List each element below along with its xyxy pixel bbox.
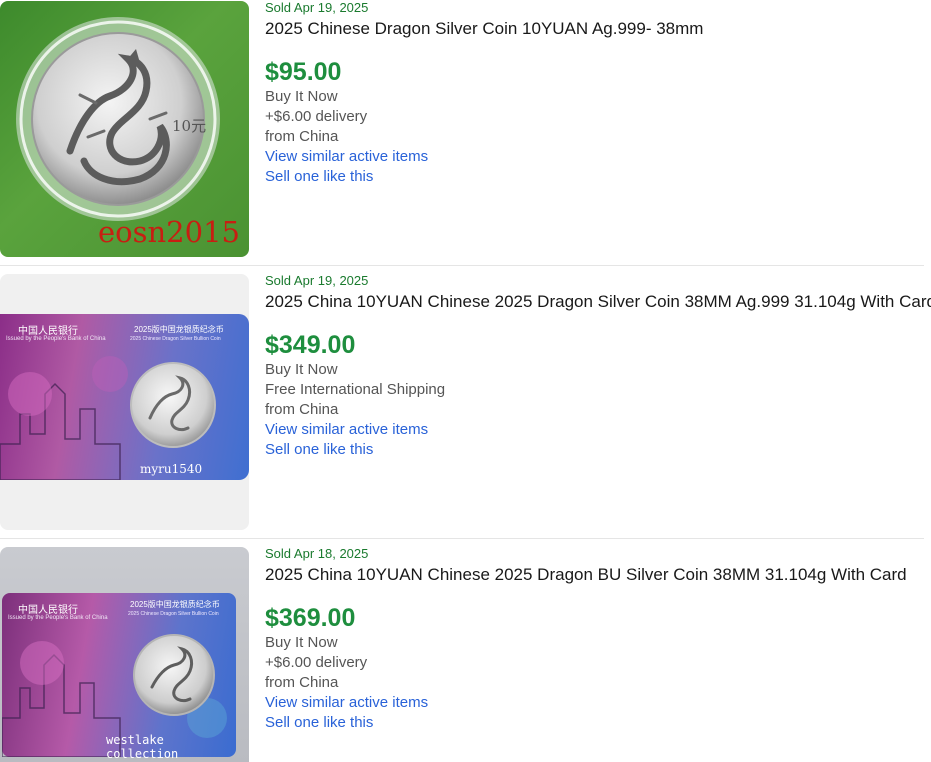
thumbnail-watermark: myru1540 bbox=[140, 462, 203, 476]
card-bank-subtitle: Issued by the People's Bank of China bbox=[8, 615, 108, 621]
card-bank-subtitle: Issued by the People's Bank of China bbox=[6, 336, 106, 342]
view-similar-link[interactable]: View similar active items bbox=[265, 147, 931, 167]
card-title-en: 2025 Chinese Dragon Silver Bullion Coin bbox=[130, 336, 221, 342]
buying-format: Buy It Now bbox=[265, 88, 338, 105]
listing-price: $349.00 bbox=[265, 331, 356, 359]
listing-title[interactable]: 2025 Chinese Dragon Silver Coin 10YUAN A… bbox=[265, 18, 931, 40]
coin-card: 中国人民银行 Issued by the People's Bank of Ch… bbox=[2, 593, 236, 761]
listing-divider bbox=[0, 265, 924, 266]
card-bank-name: 中国人民银行 bbox=[18, 605, 78, 616]
thumbnail-watermark: westlake collection bbox=[106, 733, 179, 761]
shipping-cost: +$6.00 delivery bbox=[265, 654, 368, 671]
shipping-cost: Free International Shipping bbox=[265, 381, 446, 398]
sold-date: Sold Apr 18, 2025 bbox=[265, 546, 369, 561]
listing-item: 10元 eosn2015 Sold Apr 19, 2025 2025 Chin… bbox=[0, 0, 931, 262]
card-title-en: 2025 Chinese Dragon Silver Bullion Coin bbox=[128, 611, 219, 617]
listing-info: Sold Apr 19, 2025 2025 China 10YUAN Chin… bbox=[265, 273, 931, 460]
listing-info: Sold Apr 18, 2025 2025 China 10YUAN Chin… bbox=[265, 546, 931, 733]
listing-divider bbox=[0, 538, 924, 539]
sold-date: Sold Apr 19, 2025 bbox=[265, 0, 369, 15]
listing-title[interactable]: 2025 China 10YUAN Chinese 2025 Dragon Si… bbox=[265, 291, 931, 313]
shipping-cost: +$6.00 delivery bbox=[265, 108, 368, 125]
view-similar-link[interactable]: View similar active items bbox=[265, 420, 931, 440]
listing-price: $369.00 bbox=[265, 604, 356, 632]
listing-title[interactable]: 2025 China 10YUAN Chinese 2025 Dragon BU… bbox=[265, 564, 931, 586]
listing-info: Sold Apr 19, 2025 2025 Chinese Dragon Si… bbox=[265, 0, 931, 187]
buying-format: Buy It Now bbox=[265, 361, 338, 378]
coin-image bbox=[133, 634, 215, 716]
coin-card: 中国人民银行 Issued by the People's Bank of Ch… bbox=[0, 314, 249, 480]
card-title: 2025版中国龙银质纪念币 bbox=[134, 325, 224, 334]
sell-one-like-this-link[interactable]: Sell one like this bbox=[265, 440, 931, 460]
listing-price: $95.00 bbox=[265, 58, 342, 86]
sell-one-like-this-link[interactable]: Sell one like this bbox=[265, 167, 931, 187]
listing-item: 中国人民银行 Issued by the People's Bank of Ch… bbox=[0, 546, 931, 762]
buying-format: Buy It Now bbox=[265, 634, 338, 651]
listing-thumbnail[interactable]: 10元 eosn2015 bbox=[0, 1, 249, 257]
sell-one-like-this-link[interactable]: Sell one like this bbox=[265, 713, 931, 733]
item-location: from China bbox=[265, 128, 339, 145]
item-location: from China bbox=[265, 401, 339, 418]
coin-denomination: 10元 bbox=[172, 117, 206, 135]
listing-item: 中国人民银行 Issued by the People's Bank of Ch… bbox=[0, 273, 931, 535]
thumbnail-watermark: eosn2015 bbox=[98, 215, 240, 249]
card-bank-name: 中国人民银行 bbox=[18, 326, 78, 337]
listing-thumbnail[interactable]: 中国人民银行 Issued by the People's Bank of Ch… bbox=[0, 547, 249, 762]
item-location: from China bbox=[265, 674, 339, 691]
listing-thumbnail[interactable]: 中国人民银行 Issued by the People's Bank of Ch… bbox=[0, 274, 249, 530]
coin-image bbox=[130, 362, 216, 448]
card-title: 2025版中国龙银质纪念币 bbox=[130, 600, 220, 609]
sold-date: Sold Apr 19, 2025 bbox=[265, 273, 369, 288]
view-similar-link[interactable]: View similar active items bbox=[265, 693, 931, 713]
